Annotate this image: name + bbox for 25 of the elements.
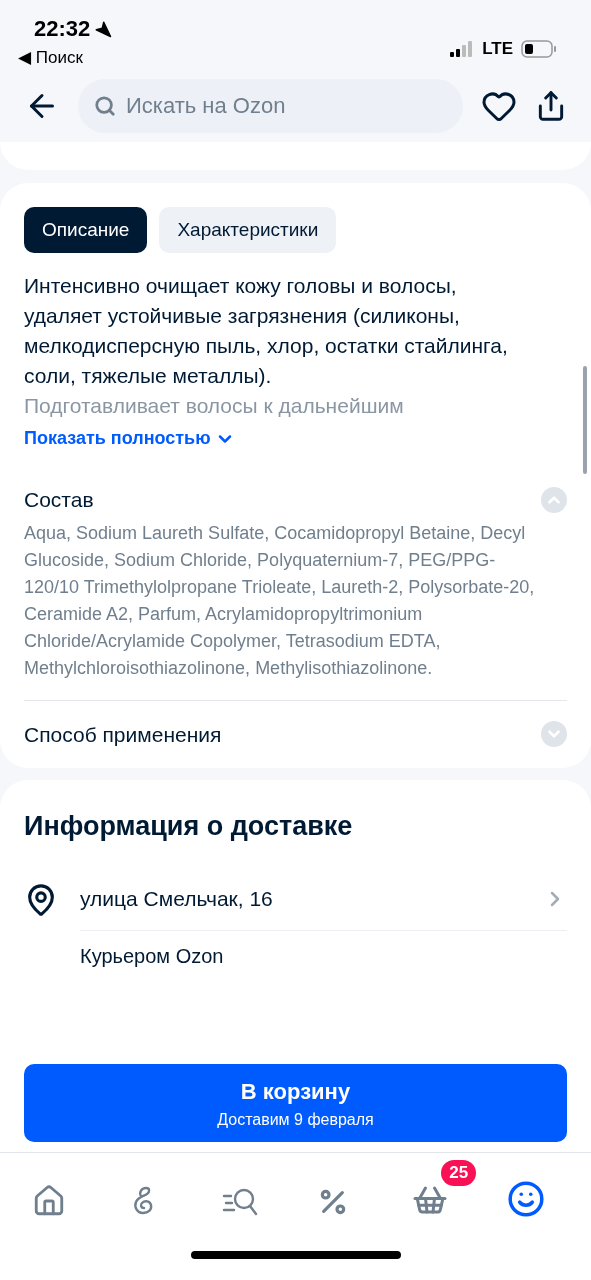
add-to-cart-button[interactable]: В корзину Доставим 9 февраля xyxy=(24,1064,567,1142)
nav-tab[interactable]: 25 xyxy=(400,1159,477,1224)
search-icon xyxy=(94,95,116,117)
toggle-icon[interactable] xyxy=(541,721,567,748)
location-arrow-icon xyxy=(94,19,113,38)
faded-description-text: Подготавливает волосы к дальнейшим xyxy=(24,393,405,419)
cart-count-badge: 25 xyxy=(441,1159,477,1186)
smiley-icon xyxy=(507,1179,546,1218)
tab[interactable]: Характеристики xyxy=(159,207,337,253)
description-text: Интенсивно очищает кожу головы и волосы, удаляет устойчивые загрязнения (силиконы, мелкодисперсную пыль, хлор, остатки стайлинга, соли, тяжелые металлы). xyxy=(24,273,509,389)
tab[interactable]: Описание xyxy=(24,207,148,253)
signal-icon xyxy=(450,41,475,57)
delivery-title: Информация о доставке xyxy=(24,810,354,843)
network-label: LTE xyxy=(482,38,513,61)
battery-icon xyxy=(521,40,557,58)
delivery-method: Курьером Ozon xyxy=(80,943,225,969)
ingredients-text: Aqua, Sodium Laureth Sulfate, Cocamidopropyl Betaine, Decyl Glucoside, Sodium Chloride, Polyquaternium-7, PEG/PPG-120/10 Trimethylolpropane Trioleate, Laureth-2, Polysorbate-20, Ceramide A2, Parfum, Acrylamidopropyltrimonium Chloride/Acrylamide Copolymer, Tetrasodium EDTA, Methylchloroisothiazolinone, Methylisothiazolinone. xyxy=(24,521,536,680)
clock-time: 22:32 xyxy=(34,15,91,43)
back-link[interactable]: ◀ Поиск xyxy=(18,45,113,71)
show-more-link[interactable]: Показать полностью xyxy=(24,425,235,452)
search-field[interactable]: Искать на Ozon xyxy=(78,79,463,133)
section-title[interactable]: Способ применения xyxy=(24,718,222,750)
toggle-icon[interactable] xyxy=(541,486,567,513)
address-text[interactable]: улица Смельчак, 16 xyxy=(80,883,273,915)
section-title[interactable]: Состав xyxy=(24,484,94,516)
